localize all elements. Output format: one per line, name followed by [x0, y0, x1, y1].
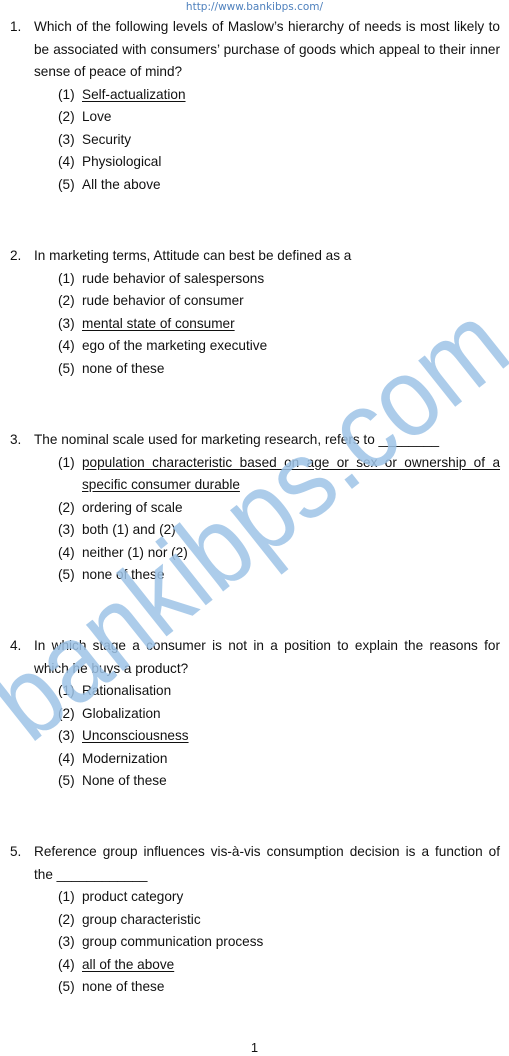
question-text: Reference group influences vis-à-vis con… [34, 844, 500, 882]
option-number: (2) [58, 109, 75, 124]
option-number: (3) [58, 315, 75, 331]
option: (2) Globalization [0, 703, 509, 726]
option-number: (4) [58, 338, 75, 353]
question-1: 1. Which of the following levels of Masl… [0, 16, 509, 196]
header-url-link[interactable]: http://www.bankibps.com/ [0, 1, 509, 13]
option: (1) population characteristic based on a… [0, 452, 509, 497]
option-number: (3) [58, 131, 75, 147]
option-number: (2) [58, 911, 75, 927]
option-text: All the above [82, 176, 161, 192]
question-number: 2. [10, 248, 22, 263]
option-text: group communication process [82, 934, 264, 949]
option-text: Physiological [82, 154, 162, 169]
option: (1) rude behavior of salespersons [0, 268, 509, 291]
question-number: 5. [10, 844, 22, 859]
option: (3) both (1) and (2) [0, 519, 509, 542]
option-number: (1) [58, 270, 75, 286]
option-text: Security [82, 131, 132, 147]
option-text: rude behavior of consumer [82, 293, 244, 308]
option: (5) None of these [0, 770, 509, 793]
option-text: Rationalisation [82, 683, 172, 698]
option: (3) Security [0, 129, 509, 152]
option-text: group characteristic [82, 911, 201, 927]
question-text: Which of the following levels of Maslow’… [34, 19, 500, 79]
option-number: (2) [58, 705, 75, 721]
question-text: The nominal scale used for marketing res… [34, 432, 440, 447]
option-number: (4) [58, 544, 75, 560]
option: (1) product category [0, 886, 509, 909]
question-2: 2. In marketing terms, Attitude can best… [0, 245, 509, 380]
page-number: 1 [250, 1040, 259, 1055]
option-text: ego of the marketing executive [82, 338, 268, 353]
question-number: 1. [10, 19, 22, 34]
option-text-line-1: population characteristic based on age o… [82, 454, 500, 470]
option-number: (5) [58, 979, 75, 994]
option-text-answer: Unconsciousness [82, 728, 189, 743]
option: (1) Rationalisation [0, 680, 509, 703]
option-number: (1) [58, 889, 75, 904]
option-number: (3) [58, 522, 75, 537]
question-text: In marketing terms, Attitude can best be… [34, 248, 352, 263]
option: (5) none of these [0, 564, 509, 587]
option-text: none of these [82, 360, 165, 376]
question-3: 3. The nominal scale used for marketing … [0, 429, 509, 587]
option-number: (1) [58, 86, 75, 102]
option-number: (4) [58, 956, 75, 972]
option: (2) ordering of scale [0, 497, 509, 520]
option-number: (2) [58, 293, 75, 308]
question-number: 4. [10, 638, 22, 653]
option: (4) Modernization [0, 748, 509, 771]
option-text: Love [82, 109, 112, 124]
option-text-answer: population characteristic based on age o… [82, 452, 500, 497]
question-number: 3. [10, 432, 22, 447]
option-text-line-2: specific consumer durable [82, 477, 240, 492]
option-number: (5) [58, 176, 75, 192]
option: (4) ego of the marketing executive [0, 335, 509, 358]
option: (4) neither (1) nor (2) [0, 542, 509, 565]
option-number: (5) [58, 773, 75, 788]
option-number: (1) [58, 683, 75, 698]
option-number: (2) [58, 499, 75, 515]
option-text: ordering of scale [82, 499, 183, 515]
option-text: product category [82, 889, 184, 904]
option: (5) none of these [0, 976, 509, 999]
option-number: (3) [58, 934, 75, 949]
option-number: (1) [58, 454, 75, 470]
question-4: 4. In which stage a consumer is not in a… [0, 635, 509, 793]
question-text: In which stage a consumer is not in a po… [34, 638, 500, 676]
option-text-answer: Self-actualization [82, 86, 186, 102]
option-text: None of these [82, 773, 167, 788]
option: (2) Love [0, 106, 509, 129]
option-text-answer: mental state of consumer [82, 315, 235, 331]
option-text: Modernization [82, 750, 168, 766]
option-number: (4) [58, 154, 75, 169]
option: (3) Unconsciousness [0, 725, 509, 748]
option: (2) group characteristic [0, 909, 509, 932]
option: (4) Physiological [0, 151, 509, 174]
option-text-answer: all of the above [82, 956, 175, 972]
option-text: none of these [82, 567, 165, 582]
option: (5) All the above [0, 174, 509, 197]
option-text: rude behavior of salespersons [82, 270, 265, 286]
option-number: (5) [58, 567, 75, 582]
option: (2) rude behavior of consumer [0, 290, 509, 313]
option-number: (5) [58, 360, 75, 376]
document-page: http://www.bankibps.com/ 1. Which of the… [0, 0, 509, 1056]
option-number: (4) [58, 750, 75, 766]
question-5: 5. Reference group influences vis-à-vis … [0, 841, 509, 999]
option-text: both (1) and (2) [82, 522, 176, 537]
option: (3) group communication process [0, 931, 509, 954]
option-text: Globalization [82, 705, 161, 721]
option: (3) mental state of consumer [0, 313, 509, 336]
option: (1) Self-actualization [0, 84, 509, 107]
option-text: neither (1) nor (2) [82, 544, 188, 560]
option: (4) all of the above [0, 954, 509, 977]
option-number: (3) [58, 728, 75, 743]
option-text: none of these [82, 979, 165, 994]
option: (5) none of these [0, 358, 509, 381]
